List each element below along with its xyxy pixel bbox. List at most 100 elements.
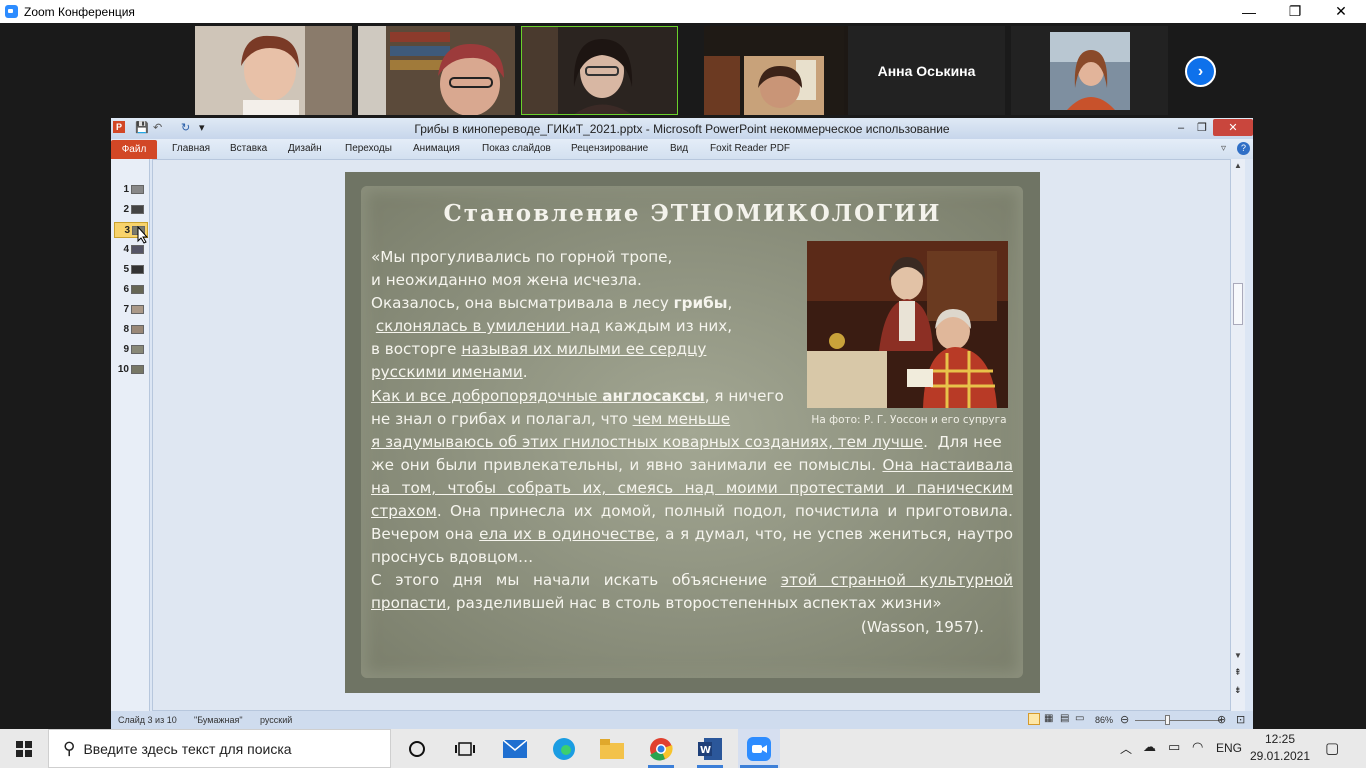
tab-slideshow[interactable]: Показ слайдов xyxy=(482,143,551,154)
word-icon[interactable]: W xyxy=(697,736,723,762)
slide-title: Становление ЭТНОМИКОЛОГИИ xyxy=(443,200,942,227)
tray-expand-icon[interactable]: ︿ xyxy=(1120,740,1132,757)
mail-icon[interactable] xyxy=(502,736,528,762)
quote-line: на том, чтобы собрать их, смеясь над мои… xyxy=(371,478,1013,497)
search-placeholder: Введите здесь текст для поиска xyxy=(83,740,292,757)
participant-3-image xyxy=(522,27,677,114)
close-button[interactable]: ✕ xyxy=(1318,0,1364,23)
quote-line: я задумываюсь об этих гнилостных коварны… xyxy=(371,432,1002,451)
participant-video-1[interactable] xyxy=(195,26,352,115)
vertical-scrollbar[interactable]: ▲ ▼ ⇞ ⇟ xyxy=(1231,159,1245,711)
quote-line: страхом. Она принесла их домой, полный п… xyxy=(371,502,1013,521)
zoom-app-icon[interactable] xyxy=(746,736,772,762)
tab-animations[interactable]: Анимация xyxy=(413,143,460,154)
edge-browser-icon[interactable] xyxy=(551,736,577,762)
task-view-icon[interactable] xyxy=(452,736,478,762)
quote-line: С этого дня мы начали искать объяснение … xyxy=(371,571,1013,590)
slide-thumb-9[interactable]: 9 xyxy=(114,342,148,358)
video-gallery-strip: Анна Оськина › xyxy=(0,23,1366,118)
quote-line: проснусь вдовцом… xyxy=(371,548,534,567)
status-language[interactable]: русский xyxy=(260,715,292,725)
file-explorer-icon[interactable] xyxy=(599,736,625,762)
participant-2-image xyxy=(358,26,515,115)
quote-line: не знал о грибах и полагал, что чем мень… xyxy=(371,409,731,428)
cortana-icon[interactable] xyxy=(404,736,430,762)
status-slide-count: Слайд 3 из 10 xyxy=(118,715,177,725)
slide-thumb-6[interactable]: 6 xyxy=(114,282,148,298)
onedrive-icon[interactable]: ☁ xyxy=(1143,739,1156,755)
quote-line: склонялась в умилении над каждым из них, xyxy=(375,317,733,336)
battery-icon[interactable]: ▭ xyxy=(1168,739,1180,755)
zoom-titlebar: Zoom Конференция — ❐ ✕ xyxy=(0,0,1366,23)
fit-to-window-icon[interactable]: ⊡ xyxy=(1236,713,1245,726)
clock-time[interactable]: 12:25 xyxy=(1254,732,1306,746)
ppt-minimize-button[interactable]: – xyxy=(1170,119,1192,136)
zoom-slider-thumb[interactable] xyxy=(1165,715,1170,725)
wifi-icon[interactable]: ◠ xyxy=(1192,739,1203,755)
reading-view-icon[interactable]: ▤ xyxy=(1060,713,1069,724)
clock-date[interactable]: 29.01.2021 xyxy=(1249,749,1311,763)
zoom-slider[interactable] xyxy=(1135,720,1221,721)
minimize-button[interactable]: — xyxy=(1226,0,1272,23)
slide-thumb-7[interactable]: 7 xyxy=(114,302,148,318)
slide-sorter-icon[interactable]: ▦ xyxy=(1044,713,1053,724)
windows-start-icon[interactable] xyxy=(16,741,32,757)
scroll-up-icon[interactable]: ▲ xyxy=(1234,161,1242,170)
zoom-in-icon[interactable]: ⊕ xyxy=(1217,713,1226,726)
ppt-close-button[interactable]: ✕ xyxy=(1213,119,1253,136)
participant-video-4[interactable] xyxy=(704,26,861,115)
tab-transitions[interactable]: Переходы xyxy=(345,143,392,154)
tab-view[interactable]: Вид xyxy=(670,143,688,154)
participant-video-3-active[interactable] xyxy=(521,26,678,115)
slide-thumb-4[interactable]: 4 xyxy=(114,242,148,258)
input-language[interactable]: ENG xyxy=(1216,741,1242,755)
quote-line: Вечером она ела их в одиночестве, а я ду… xyxy=(371,525,1014,544)
quote-line: пропасти, разделившей нас в столь второс… xyxy=(371,594,942,613)
tab-foxit[interactable]: Foxit Reader PDF xyxy=(710,143,790,154)
windows-taskbar: ⚲ Введите здесь текст для поиска W ︿ ☁ ▭… xyxy=(0,729,1366,768)
notifications-icon[interactable]: ▢ xyxy=(1325,739,1339,757)
slide-thumb-5[interactable]: 5 xyxy=(114,262,148,278)
tab-file[interactable]: Файл xyxy=(111,140,157,159)
next-page-button[interactable]: › xyxy=(1185,56,1216,87)
taskbar-search-box[interactable]: ⚲ Введите здесь текст для поиска xyxy=(48,729,391,768)
participant-6-image xyxy=(1011,26,1168,115)
participant-video-6[interactable] xyxy=(1011,26,1168,115)
slideshow-view-icon[interactable]: ▭ xyxy=(1075,713,1084,724)
help-icon[interactable]: ? xyxy=(1237,142,1250,155)
scroll-down-icon[interactable]: ▼ xyxy=(1234,651,1242,660)
tab-home[interactable]: Главная xyxy=(172,143,210,154)
chrome-icon[interactable] xyxy=(648,736,674,762)
ribbon-tabs: Файл Главная Вставка Дизайн Переходы Ани… xyxy=(111,139,1253,159)
slide-thumb-8[interactable]: 8 xyxy=(114,322,148,338)
quote-line: Оказалось, она высматривала в лесу грибы… xyxy=(371,294,733,313)
quote-line: Как и все добропорядочные англосаксы, я … xyxy=(371,386,784,405)
tab-review[interactable]: Рецензирование xyxy=(571,143,648,154)
ppt-statusbar: Слайд 3 из 10 "Бумажная" русский ▦ ▤ ▭ 8… xyxy=(111,711,1253,729)
search-icon: ⚲ xyxy=(63,738,76,758)
citation: (Wasson, 1957). xyxy=(860,617,984,636)
slide-thumb-2[interactable]: 2 xyxy=(114,202,148,218)
ppt-restore-button[interactable]: ❐ xyxy=(1191,119,1213,136)
zoom-level[interactable]: 86% xyxy=(1095,715,1113,725)
maximize-button[interactable]: ❐ xyxy=(1272,0,1318,23)
tab-insert[interactable]: Вставка xyxy=(230,143,267,154)
mouse-cursor-icon xyxy=(137,226,149,244)
prev-slide-icon[interactable]: ⇞ xyxy=(1234,667,1242,678)
slide-body-text: «Мы прогуливались по горной тропе, и нео… xyxy=(371,246,1013,639)
participant-name-tile[interactable]: Анна Оськина xyxy=(848,26,1005,115)
tab-design[interactable]: Дизайн xyxy=(288,143,322,154)
ribbon-collapse-icon[interactable]: ▿ xyxy=(1221,143,1226,154)
zoom-logo-icon xyxy=(5,5,18,18)
next-slide-icon[interactable]: ⇟ xyxy=(1234,685,1242,696)
quote-line: и неожиданно моя жена исчезла. xyxy=(371,271,642,290)
slide-thumb-10[interactable]: 10 xyxy=(114,362,148,378)
slide-thumb-1[interactable]: 1 xyxy=(114,182,148,198)
normal-view-icon[interactable] xyxy=(1028,713,1040,725)
quote-line: «Мы прогуливались по горной тропе, xyxy=(371,248,673,266)
scrollbar-thumb[interactable] xyxy=(1233,283,1243,325)
quote-line: русскими именами. xyxy=(371,363,528,382)
slide-canvas[interactable]: Становление ЭТНОМИКОЛОГИИ На фото: Р. Г.… xyxy=(345,172,1040,693)
participant-video-2[interactable] xyxy=(358,26,515,115)
zoom-out-icon[interactable]: ⊖ xyxy=(1120,713,1129,726)
